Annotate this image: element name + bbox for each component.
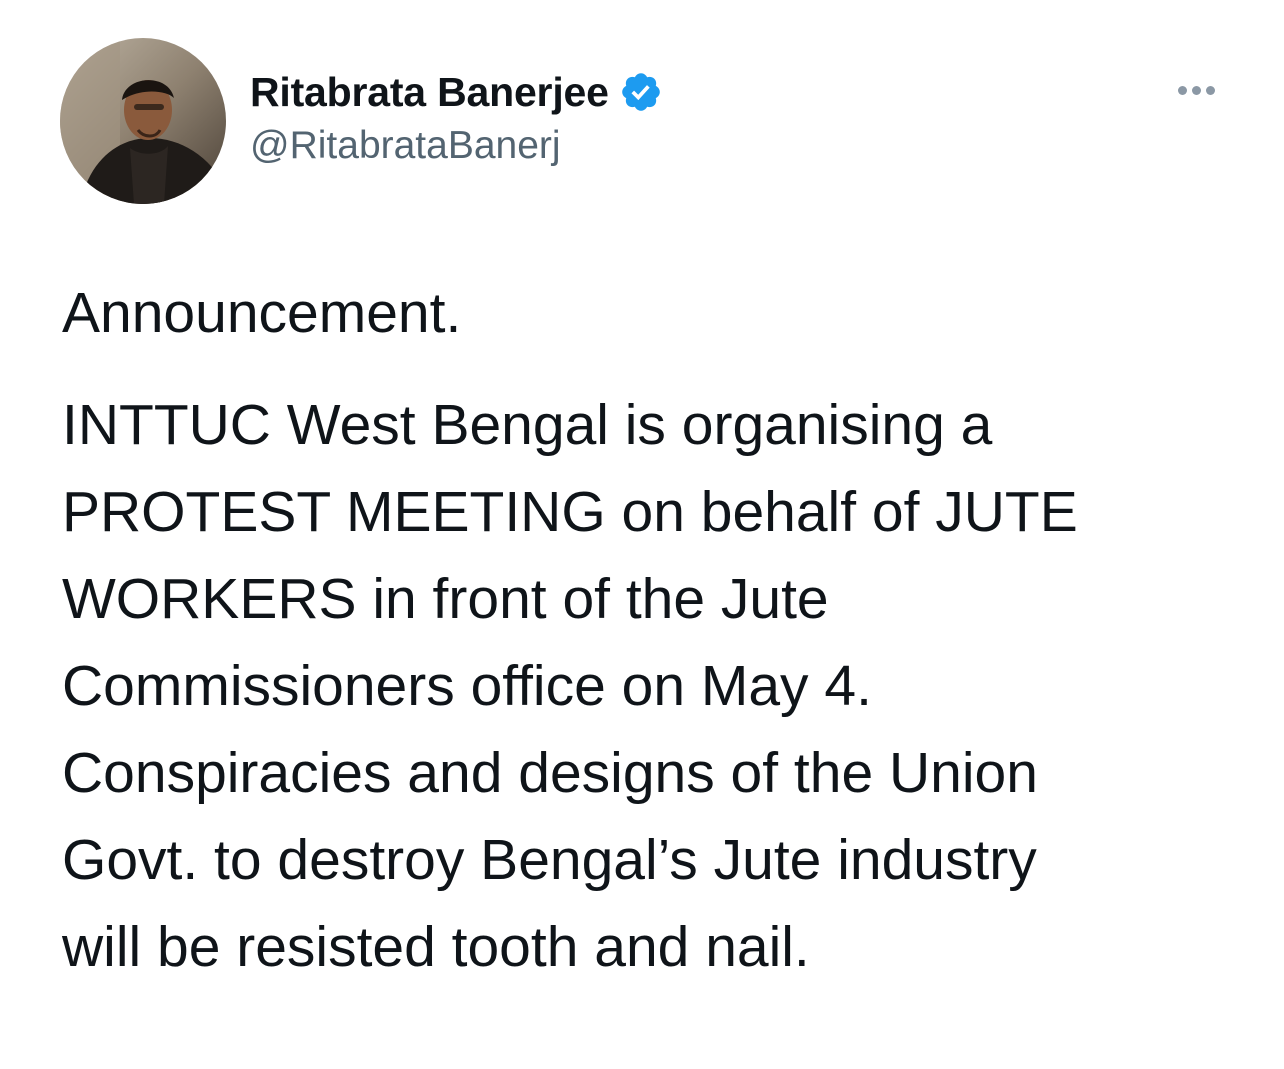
tweet-body: INTTUC West Bengal is organising a PROTE… <box>62 382 1242 991</box>
tweet-body-line: Govt. to destroy Bengal’s Jute industry <box>62 828 1037 892</box>
avatar[interactable] <box>60 38 226 204</box>
verified-badge-icon <box>619 70 663 114</box>
more-dot <box>1191 85 1201 95</box>
tweet-headline: Announcement. <box>62 281 462 345</box>
tweet-body-line: PROTEST MEETING on behalf of JUTE <box>62 480 1078 544</box>
tweet-card: Ritabrata Banerjee @RitabrataBanerj Anno… <box>0 0 1284 1069</box>
more-dot <box>1205 85 1215 95</box>
author-handle[interactable]: @RitabrataBanerj <box>250 124 561 168</box>
author-display-name[interactable]: Ritabrata Banerjee <box>250 69 609 116</box>
profile-photo-icon <box>60 38 226 204</box>
author-name-row: Ritabrata Banerjee <box>250 64 663 120</box>
tweet-body-line: WORKERS in front of the Jute <box>62 567 829 631</box>
tweet-body-line: INTTUC West Bengal is organising a <box>62 393 993 457</box>
tweet-body-line: will be resisted tooth and nail. <box>62 915 810 979</box>
tweet-body-line: Commissioners office on May 4. <box>62 654 872 718</box>
tweet-body-line: Conspiracies and designs of the Union <box>62 741 1038 805</box>
more-dot <box>1177 85 1187 95</box>
more-options-icon[interactable] <box>1168 70 1224 110</box>
